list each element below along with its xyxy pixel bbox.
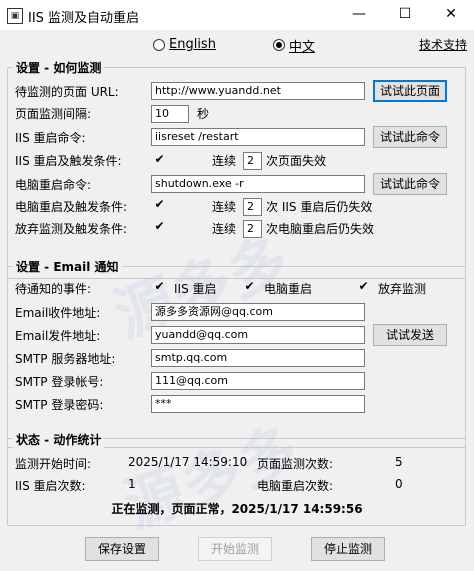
pc-restarts-value: 0: [395, 477, 403, 491]
minimize-button[interactable]: —: [336, 0, 382, 30]
interval-input[interactable]: 10: [151, 105, 189, 123]
title-bar: ▣ IIS 监测及自动重启 — ☐ ✕: [0, 0, 474, 30]
chinese-label[interactable]: 中文: [289, 36, 315, 55]
stop-monitor-button[interactable]: 停止监测: [311, 537, 385, 561]
pc-trigger-count[interactable]: 2: [243, 198, 262, 216]
support-link[interactable]: 技术支持: [419, 36, 467, 53]
window-title: IIS 监测及自动重启: [28, 11, 140, 26]
iis-trigger-suffix: 次页面失效: [266, 154, 327, 168]
smtp-user-input[interactable]: 111@qq.com: [151, 372, 365, 390]
event-abandon-checkbox[interactable]: ✔: [357, 280, 370, 293]
email-to-input[interactable]: 源多多资源网@qq.com: [151, 303, 365, 321]
iis-restart-label: IIS 重启命令:: [15, 131, 86, 145]
email-to-label: Email收件地址:: [15, 306, 101, 320]
english-radio[interactable]: [153, 39, 165, 51]
page-checks-label: 页面监测次数:: [257, 457, 334, 471]
smtp-server-label: SMTP 服务器地址:: [15, 352, 116, 366]
pc-trigger-checkbox[interactable]: ✔: [153, 198, 166, 211]
email-from-label: Email发件地址:: [15, 329, 101, 343]
interval-unit: 秒: [197, 107, 210, 121]
main-client-area: 源多多 源多多 English 中文 技术支持 设置 - 如何监测 待监测的页面…: [0, 30, 474, 571]
close-button[interactable]: ✕: [428, 0, 474, 30]
save-settings-button[interactable]: 保存设置: [85, 537, 159, 561]
url-input[interactable]: http://www.yuandd.net: [151, 82, 365, 100]
events-label: 待通知的事件:: [15, 282, 92, 296]
page-checks-value: 5: [395, 455, 403, 469]
smtp-password-label: SMTP 登录密码:: [15, 398, 104, 412]
abandon-checkbox[interactable]: ✔: [153, 220, 166, 233]
iis-restarts-value: 1: [128, 477, 136, 491]
test-iis-command-button[interactable]: 试试此命令: [373, 126, 447, 148]
abandon-label: 放弃监测及触发条件:: [15, 222, 128, 236]
maximize-button[interactable]: ☐: [382, 0, 428, 30]
url-label: 待监测的页面 URL:: [15, 85, 119, 99]
email-from-input[interactable]: yuandd@qq.com: [151, 326, 365, 344]
english-label[interactable]: English: [169, 37, 216, 52]
abandon-prefix: 连续: [212, 222, 237, 236]
event-iis-checkbox[interactable]: ✔: [153, 280, 166, 293]
pc-restart-label: 电脑重启命令:: [15, 178, 92, 192]
interval-label: 页面监测间隔:: [15, 107, 92, 121]
smtp-user-label: SMTP 登录帐号:: [15, 375, 104, 389]
test-page-button[interactable]: 试试此页面: [373, 80, 447, 102]
pc-trigger-suffix: 次 IIS 重启后仍失效: [266, 200, 373, 214]
abandon-count[interactable]: 2: [243, 220, 262, 238]
pc-trigger-prefix: 连续: [212, 200, 237, 214]
status-group-title: 状态 - 动作统计: [13, 431, 105, 448]
start-time-value: 2025/1/17 14:59:10: [128, 455, 248, 469]
start-time-label: 监测开始时间:: [15, 457, 92, 471]
smtp-password-input[interactable]: ***: [151, 395, 365, 413]
test-pc-command-button[interactable]: 试试此命令: [373, 173, 447, 195]
iis-restart-input[interactable]: iisreset /restart: [151, 128, 365, 146]
abandon-suffix: 次电脑重启后仍失效: [266, 222, 375, 236]
event-iis-label: IIS 重启: [174, 282, 217, 296]
pc-restart-input[interactable]: shutdown.exe -r: [151, 175, 365, 193]
iis-trigger-label: IIS 重启及触发条件:: [15, 154, 122, 168]
app-icon: ▣: [7, 8, 23, 24]
event-pc-checkbox[interactable]: ✔: [243, 280, 256, 293]
email-group-title: 设置 - Email 通知: [13, 258, 122, 275]
iis-trigger-checkbox[interactable]: ✔: [153, 153, 166, 166]
iis-trigger-count[interactable]: 2: [243, 152, 262, 170]
iis-restarts-label: IIS 重启次数:: [15, 479, 86, 493]
pc-restarts-label: 电脑重启次数:: [257, 479, 334, 493]
chinese-radio[interactable]: [273, 39, 285, 51]
test-send-button[interactable]: 试试发送: [373, 324, 447, 346]
settings-group-title: 设置 - 如何监测: [13, 59, 105, 76]
event-abandon-label: 放弃监测: [378, 282, 427, 296]
start-monitor-button[interactable]: 开始监测: [198, 537, 272, 561]
smtp-server-input[interactable]: smtp.qq.com: [151, 349, 365, 367]
event-pc-label: 电脑重启: [264, 282, 313, 296]
pc-trigger-label: 电脑重启及触发条件:: [15, 200, 128, 214]
iis-trigger-prefix: 连续: [212, 154, 237, 168]
status-line: 正在监测，页面正常，2025/1/17 14:59:56: [111, 502, 363, 516]
